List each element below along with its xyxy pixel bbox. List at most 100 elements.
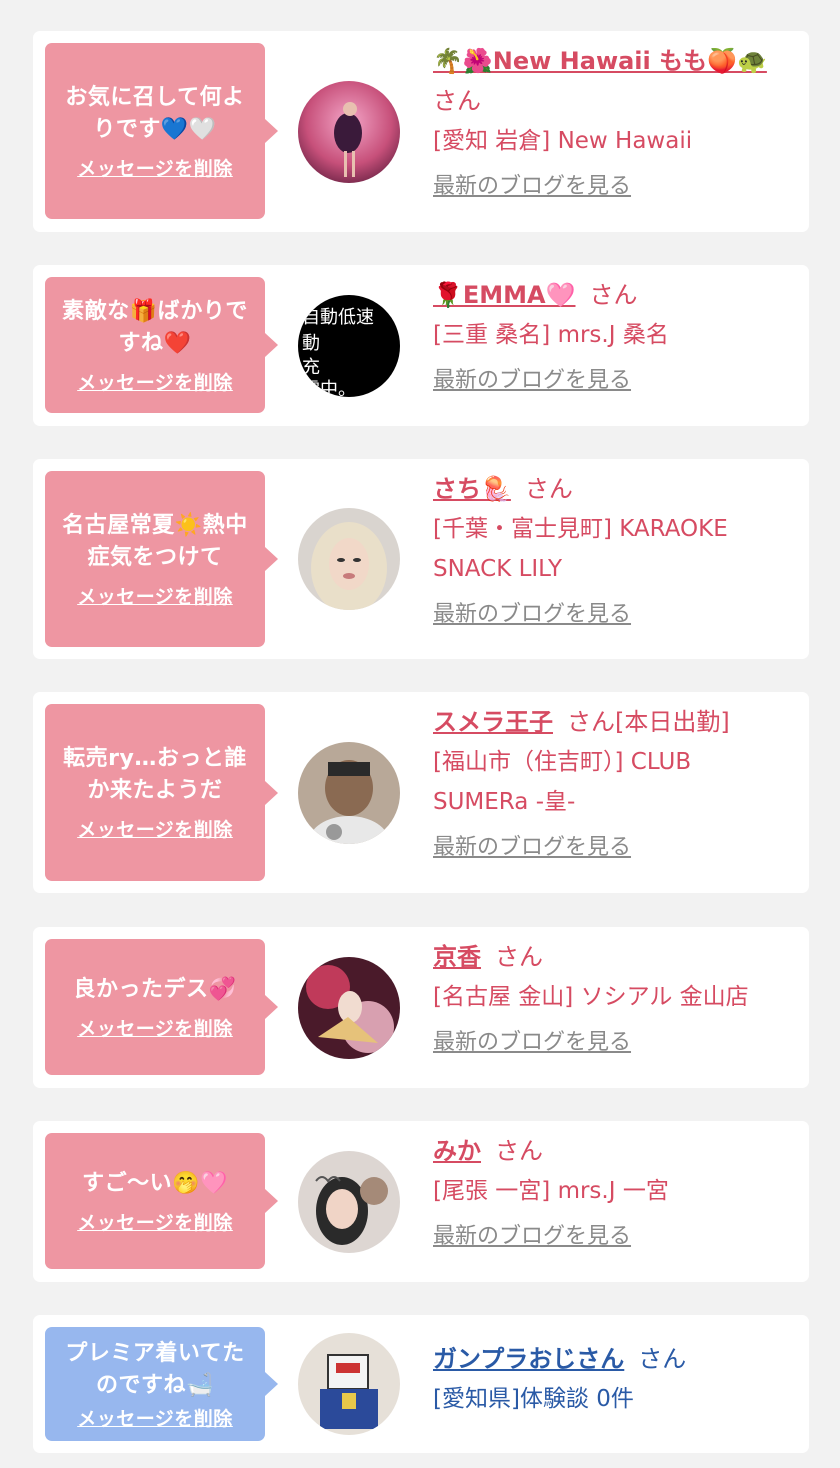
svg-text:充: 充 <box>302 357 320 378</box>
name-line: みか さん <box>433 1131 793 1171</box>
delete-message-button[interactable]: メッセージを削除 <box>77 368 233 395</box>
san-label: さん <box>567 708 615 736</box>
user-name-link[interactable]: みか <box>433 1137 481 1165</box>
user-name-link[interactable]: ガンプラおじさん <box>433 1345 624 1373</box>
list-item: 転売ry…おっと誰 か来たようだ メッセージを削除 スメラ王子 さん[本日出勤] … <box>33 692 809 893</box>
user-info: スメラ王子 さん[本日出勤] [福山市（住吉町）] CLUB SUMERa -皇-… <box>433 702 793 864</box>
message-text: 良かったデス💞 <box>74 974 237 1006</box>
message-line: すご〜い🤭🩷 <box>82 1170 228 1196</box>
user-name-link[interactable]: 京香 <box>433 943 481 971</box>
avatar-photo <box>298 1333 400 1435</box>
message-text: 転売ry…おっと誰 か来たようだ <box>63 743 247 807</box>
message-line: 良かったデス💞 <box>73 976 237 1002</box>
svg-text:動: 動 <box>302 333 320 354</box>
message-list: お気に召して何よ りです💙🤍 メッセージを削除 🌴🌺New Hawaii もも🍑… <box>0 0 840 1468</box>
delete-message-button[interactable]: メッセージを削除 <box>77 1208 233 1235</box>
latest-blog-link[interactable]: 最新のブログを見る <box>433 1027 793 1059</box>
delete-message-button[interactable]: メッセージを削除 <box>77 582 233 609</box>
status-badge: [本日出勤] <box>615 708 730 736</box>
svg-text:電中。: 電中。 <box>302 379 356 397</box>
avatar[interactable] <box>298 508 400 610</box>
avatar[interactable] <box>298 742 400 844</box>
avatar-photo <box>298 957 400 1059</box>
message-bubble: お気に召して何よ りです💙🤍 メッセージを削除 <box>45 43 278 219</box>
shop-info: [愛知県]体験談 0件 <box>433 1386 634 1412</box>
delete-message-button[interactable]: メッセージを削除 <box>77 815 233 842</box>
message-line: か来たようだ <box>87 778 223 803</box>
shop-info-cont: SUMERa -皇- <box>433 789 576 815</box>
message-bubble: 良かったデス💞 メッセージを削除 <box>45 939 278 1075</box>
user-info: 京香 さん [名古屋 金山] ソシアル 金山店 最新のブログを見る <box>433 937 793 1059</box>
san-label: さん <box>524 475 573 503</box>
message-text: お気に召して何よ りです💙🤍 <box>65 82 244 146</box>
avatar-photo <box>298 508 400 610</box>
latest-blog-link[interactable]: 最新のブログを見る <box>433 1221 793 1253</box>
message-text: 名古屋常夏☀️熱中 症気をつけて <box>62 510 247 574</box>
user-name-link[interactable]: スメラ王子 <box>433 708 553 736</box>
san-label: さん <box>495 1137 543 1165</box>
user-info: 🌴🌺New Hawaii もも🍑🐢 さん [愛知 岩倉] New Hawaii … <box>433 41 793 203</box>
avatar[interactable] <box>298 81 400 183</box>
user-info: さち🪼 さん [千葉・富士見町] KARAOKE SNACK LILY 最新のブロ… <box>433 469 793 631</box>
message-text: 素敵な🎁ばかりで すね❤️ <box>62 296 248 360</box>
shop-info: [三重 桑名] mrs.J 桑名 <box>433 322 669 348</box>
avatar[interactable] <box>298 957 400 1059</box>
avatar-photo <box>298 1151 400 1253</box>
message-line: のですね🛁 <box>96 1372 214 1398</box>
user-name-link[interactable]: 🌹EMMA🩷 <box>433 281 576 309</box>
latest-blog-link[interactable]: 最新のブログを見る <box>433 599 793 631</box>
name-line: 🌴🌺New Hawaii もも🍑🐢 <box>433 41 793 81</box>
name-line: ガンプラおじさん さん <box>433 1339 793 1379</box>
message-line: りです💙🤍 <box>93 116 217 142</box>
message-line: 症気をつけて <box>87 544 223 570</box>
avatar-photo <box>298 742 400 844</box>
message-bubble: プレミア着いてた のですね🛁 メッセージを削除 <box>45 1327 278 1441</box>
avatar-photo: 自動低速 動 充 電中。 <box>298 295 400 397</box>
avatar[interactable]: 自動低速 動 充 電中。 <box>298 295 400 397</box>
message-line: お気に召して何よ <box>65 84 245 110</box>
list-item: お気に召して何よ りです💙🤍 メッセージを削除 🌴🌺New Hawaii もも🍑… <box>33 31 809 232</box>
shop-info: [愛知 岩倉] New Hawaii <box>433 128 693 154</box>
delete-message-button[interactable]: メッセージを削除 <box>77 1404 233 1431</box>
avatar[interactable] <box>298 1151 400 1253</box>
user-name-link[interactable]: 🌴🌺New Hawaii もも🍑🐢 <box>433 47 767 75</box>
svg-text:自動低速: 自動低速 <box>302 307 374 328</box>
message-line: 名古屋常夏☀️熱中 <box>62 512 248 538</box>
list-item: 良かったデス💞 メッセージを削除 京香 さん [名古屋 金山] ソシアル 金山店 … <box>33 927 809 1088</box>
name-line: 京香 さん <box>433 937 793 977</box>
message-line: 素敵な🎁ばかりで <box>62 298 248 324</box>
name-line: さち🪼 さん <box>433 469 793 509</box>
san-label: さん <box>638 1345 687 1373</box>
delete-message-button[interactable]: メッセージを削除 <box>77 1014 233 1041</box>
message-bubble: 名古屋常夏☀️熱中 症気をつけて メッセージを削除 <box>45 471 278 647</box>
latest-blog-link[interactable]: 最新のブログを見る <box>433 832 793 864</box>
message-line: プレミア着いてた <box>65 1340 245 1366</box>
list-item: 名古屋常夏☀️熱中 症気をつけて メッセージを削除 さち🪼 さん [千葉・富士見町… <box>33 459 809 659</box>
delete-message-button[interactable]: メッセージを削除 <box>77 154 233 181</box>
message-bubble: すご〜い🤭🩷 メッセージを削除 <box>45 1133 278 1269</box>
shop-info-cont: SNACK LILY <box>433 556 562 582</box>
latest-blog-link[interactable]: 最新のブログを見る <box>433 365 793 397</box>
name-line: スメラ王子 さん[本日出勤] <box>433 702 793 742</box>
avatar[interactable] <box>298 1333 400 1435</box>
list-item: プレミア着いてた のですね🛁 メッセージを削除 ガンプラおじさん さん [愛知県]… <box>33 1315 809 1453</box>
message-text: プレミア着いてた のですね🛁 <box>65 1338 244 1402</box>
user-name-link[interactable]: さち🪼 <box>433 475 511 503</box>
user-info: ガンプラおじさん さん [愛知県]体験談 0件 <box>433 1339 793 1419</box>
message-text: すご〜い🤭🩷 <box>82 1168 228 1200</box>
shop-info: [名古屋 金山] ソシアル 金山店 <box>433 984 749 1010</box>
shop-info: [福山市（住吉町）] CLUB <box>433 749 692 775</box>
san-label: さん <box>495 943 543 971</box>
message-line: すね❤️ <box>118 330 192 356</box>
list-item: 素敵な🎁ばかりで すね❤️ メッセージを削除 自動低速 動 充 電中。 🌹EMM… <box>33 265 809 426</box>
user-info: 🌹EMMA🩷 さん [三重 桑名] mrs.J 桑名 最新のブログを見る <box>433 275 793 397</box>
name-line: 🌹EMMA🩷 さん <box>433 275 793 315</box>
shop-info: [尾張 一宮] mrs.J 一宮 <box>433 1178 669 1204</box>
list-item: すご〜い🤭🩷 メッセージを削除 みか さん [尾張 一宮] mrs.J 一宮 最新… <box>33 1121 809 1282</box>
latest-blog-link[interactable]: 最新のブログを見る <box>433 171 793 203</box>
message-bubble: 転売ry…おっと誰 か来たようだ メッセージを削除 <box>45 704 278 881</box>
san-label: さん <box>433 87 481 115</box>
san-label: さん <box>589 281 638 309</box>
avatar-photo <box>298 81 400 183</box>
user-info: みか さん [尾張 一宮] mrs.J 一宮 最新のブログを見る <box>433 1131 793 1253</box>
